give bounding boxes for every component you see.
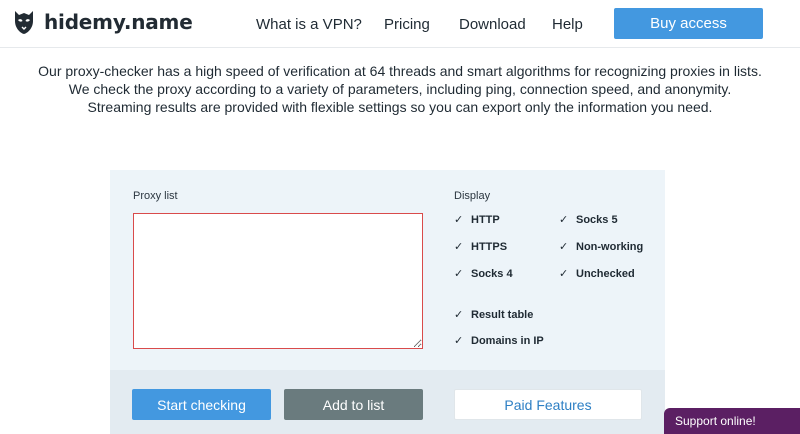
checkmark-icon: ✓: [559, 241, 569, 253]
option-https[interactable]: ✓ HTTPS: [454, 241, 507, 253]
proxy-list-label: Proxy list: [133, 190, 178, 202]
logo-text: hidemy.name: [44, 10, 193, 34]
option-label: Socks 4: [471, 268, 513, 280]
intro-line: Our proxy-checker has a high speed of ve…: [38, 63, 762, 79]
option-socks4[interactable]: ✓ Socks 4: [454, 268, 513, 280]
display-label: Display: [454, 190, 491, 202]
nav-download[interactable]: Download: [459, 0, 526, 48]
intro-line: Streaming results are provided with flex…: [87, 99, 713, 115]
proxy-checker-panel: Proxy list Display ✓ HTTP ✓ Socks 5 ✓ HT…: [110, 170, 665, 434]
hidemy-mask-icon: [15, 11, 33, 34]
checkmark-icon: ✓: [454, 335, 464, 347]
option-non-working[interactable]: ✓ Non-working: [559, 241, 643, 253]
checkmark-icon: ✓: [454, 241, 464, 253]
option-label: HTTPS: [471, 241, 508, 253]
option-label: Socks 5: [576, 214, 618, 226]
logo[interactable]: hidemy.name: [12, 8, 193, 36]
support-chat-button[interactable]: Support online!: [664, 408, 800, 434]
checkmark-icon: ✓: [454, 214, 464, 226]
buy-access-button[interactable]: Buy access: [614, 8, 763, 39]
intro-line: We check the proxy according to a variet…: [68, 81, 732, 97]
nav-help[interactable]: Help: [552, 0, 583, 48]
nav-pricing[interactable]: Pricing: [384, 0, 430, 48]
option-result-table[interactable]: ✓ Result table: [454, 309, 533, 321]
checkmark-icon: ✓: [454, 268, 464, 280]
option-label: HTTP: [471, 214, 500, 226]
nav-what-is-vpn[interactable]: What is a VPN?: [256, 0, 362, 48]
option-socks5[interactable]: ✓ Socks 5: [559, 214, 618, 226]
option-label: Unchecked: [576, 268, 635, 280]
checkmark-icon: ✓: [559, 268, 569, 280]
proxy-list-textarea[interactable]: [133, 213, 423, 349]
paid-features-button[interactable]: Paid Features: [454, 389, 642, 420]
checkmark-icon: ✓: [454, 309, 464, 321]
option-label: Non-working: [576, 241, 644, 253]
checkmark-icon: ✓: [559, 214, 569, 226]
start-checking-button[interactable]: Start checking: [132, 389, 271, 420]
option-label: Domains in IP: [471, 335, 544, 347]
option-unchecked[interactable]: ✓ Unchecked: [559, 268, 635, 280]
option-http[interactable]: ✓ HTTP: [454, 214, 500, 226]
add-to-list-button[interactable]: Add to list: [284, 389, 423, 420]
site-header: hidemy.name What is a VPN? Pricing Downl…: [0, 0, 800, 48]
intro-text: Our proxy-checker has a high speed of ve…: [0, 62, 800, 116]
option-domains-in-ip[interactable]: ✓ Domains in IP: [454, 335, 544, 347]
option-label: Result table: [471, 309, 534, 321]
